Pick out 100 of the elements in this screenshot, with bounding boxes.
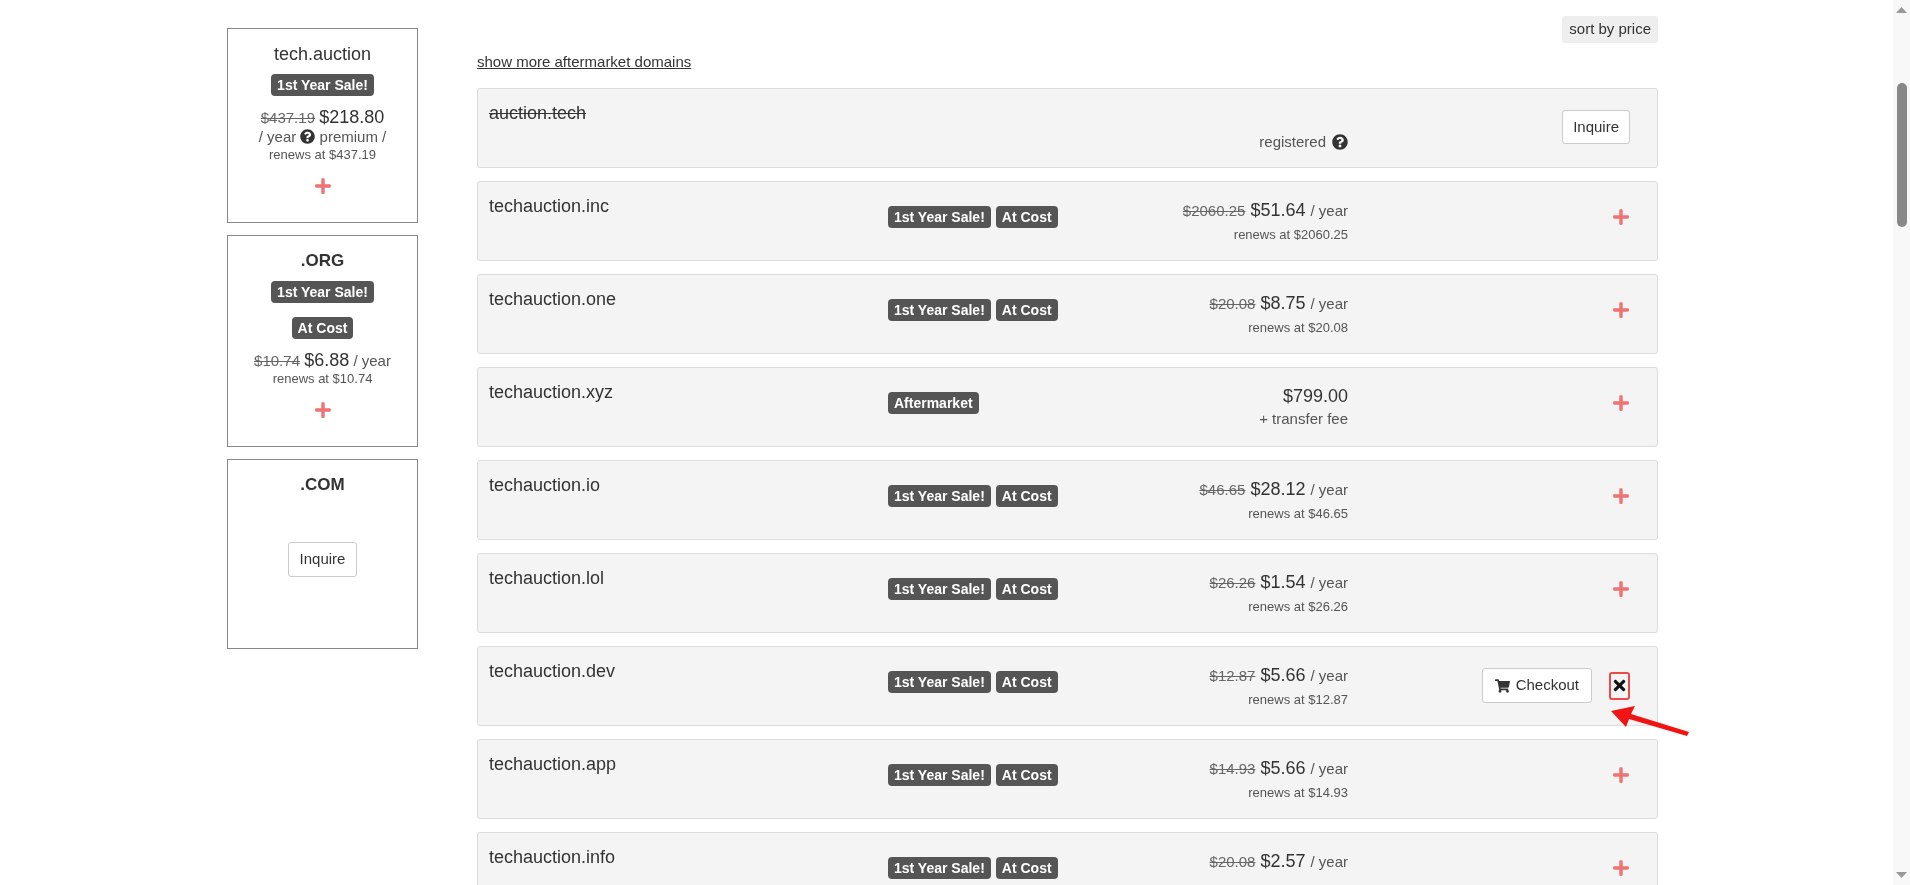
old-price: $26.26	[1209, 573, 1256, 593]
price: $6.88	[304, 350, 350, 370]
domain-name: techauction.dev	[489, 661, 616, 681]
old-price: $20.08	[1209, 294, 1256, 314]
old-price: $2060.25	[1182, 201, 1246, 221]
plus-icon	[1612, 208, 1630, 226]
promo-label: 1st Year Sale!	[888, 857, 991, 879]
domain-name: techauction.info	[489, 847, 616, 867]
plus-icon	[1612, 766, 1630, 784]
sort-button[interactable]: sort by price	[1562, 16, 1658, 43]
plus-icon	[1612, 487, 1630, 505]
price: $218.80	[319, 107, 385, 127]
promo-label: At Cost	[995, 206, 1058, 228]
price-unit: / year	[1310, 201, 1348, 221]
old-price: $14.93	[1209, 759, 1256, 779]
domain-name: techauction.app	[489, 754, 617, 774]
add-button[interactable]	[1612, 580, 1630, 598]
close-icon	[1612, 677, 1627, 694]
domain-name: auction.tech	[489, 103, 587, 123]
add-button[interactable]	[1612, 766, 1630, 784]
renewal-note: renews at $10.74	[272, 370, 373, 388]
promo-label: 1st Year Sale!	[271, 74, 374, 96]
price-unit: / year	[1310, 759, 1348, 779]
price-unit: / year	[258, 127, 297, 146]
inquire-button[interactable]: Inquire	[287, 542, 358, 577]
price-unit: / year	[1310, 294, 1348, 314]
price: $51.64	[1250, 199, 1306, 222]
promo-label: At Cost	[291, 317, 354, 339]
promo-label: 1st Year Sale!	[888, 578, 991, 600]
old-price: $20.08	[1209, 852, 1256, 872]
help-icon[interactable]	[1332, 134, 1348, 150]
add-button[interactable]	[1612, 208, 1630, 226]
checkout-button[interactable]: Checkout	[1481, 668, 1592, 703]
plus-icon	[1612, 859, 1630, 877]
more-link[interactable]: show more aftermarket domains	[477, 52, 692, 72]
promo-label: 1st Year Sale!	[888, 671, 991, 693]
price: $8.75	[1260, 292, 1306, 315]
renewal-note: renews at $20.08	[1248, 318, 1348, 337]
promo-label: At Cost	[995, 764, 1058, 786]
domain-name: techauction.xyz	[489, 382, 614, 402]
add-button[interactable]	[313, 177, 332, 195]
renewal-note: renews at $14.93	[1248, 783, 1348, 802]
domain-name: techauction.inc	[489, 196, 610, 216]
old-price: $437.19	[260, 109, 315, 126]
promo-label: 1st Year Sale!	[888, 485, 991, 507]
premium-note: premium /	[319, 127, 387, 146]
add-button[interactable]	[313, 401, 332, 419]
plus-icon	[313, 177, 332, 195]
domain-name: techauction.lol	[489, 568, 605, 588]
status-label: registered	[1259, 132, 1326, 152]
inquire-button[interactable]: Inquire	[1562, 110, 1630, 144]
promo-label: 1st Year Sale!	[271, 281, 374, 303]
add-button[interactable]	[1612, 301, 1630, 319]
price: $5.66	[1260, 664, 1306, 687]
transfer-fee-note: + transfer fee	[1259, 409, 1348, 429]
add-button[interactable]	[1612, 487, 1630, 505]
cart-icon	[1494, 678, 1510, 693]
promo-label: 1st Year Sale!	[888, 299, 991, 321]
price-unit: / year	[1310, 666, 1348, 686]
price: $799.00	[1282, 385, 1348, 408]
old-price: $12.87	[1209, 666, 1256, 686]
price-unit: / year	[353, 351, 391, 370]
scroll-up-icon[interactable]	[1896, 7, 1907, 13]
remove-button[interactable]	[1609, 671, 1630, 700]
domain-name: techauction.io	[489, 475, 601, 495]
renewal-note: renews at $46.65	[1248, 504, 1348, 523]
help-icon[interactable]	[300, 129, 316, 144]
renewal-note: renews at $12.87	[1248, 690, 1348, 709]
promo-label: Aftermarket	[888, 392, 979, 414]
domain-name: techauction.one	[489, 289, 617, 309]
old-price: $10.74	[254, 352, 300, 369]
price: $1.54	[1260, 571, 1306, 594]
promo-label: At Cost	[995, 485, 1058, 507]
plus-icon	[1612, 580, 1630, 598]
promo-label: At Cost	[995, 671, 1058, 693]
card-title: tech.auction	[273, 43, 372, 66]
renewal-note: renews at $26.26	[1248, 597, 1348, 616]
add-button[interactable]	[1612, 859, 1630, 877]
price-unit: / year	[1310, 573, 1348, 593]
plus-icon	[313, 401, 332, 419]
promo-label: At Cost	[995, 578, 1058, 600]
promo-label: 1st Year Sale!	[888, 206, 991, 228]
renewal-note: renews at $2060.25	[1233, 225, 1348, 244]
price: $2.57	[1260, 850, 1306, 873]
old-price: $46.65	[1199, 480, 1246, 500]
scrollbar-thumb[interactable]	[1896, 83, 1907, 227]
price-unit: / year	[1310, 852, 1348, 872]
plus-icon	[1612, 394, 1630, 412]
card-title: .ORG	[300, 250, 345, 272]
price: $5.66	[1260, 757, 1306, 780]
plus-icon	[1612, 301, 1630, 319]
promo-label: At Cost	[995, 299, 1058, 321]
price: $28.12	[1250, 478, 1306, 501]
promo-label: At Cost	[995, 857, 1058, 879]
renewal-note: renews at $437.19	[269, 146, 376, 164]
promo-label: 1st Year Sale!	[888, 764, 991, 786]
add-button[interactable]	[1612, 394, 1630, 412]
scroll-down-icon[interactable]	[1896, 872, 1907, 878]
price-unit: / year	[1310, 480, 1348, 500]
card-title: .COM	[300, 474, 345, 496]
